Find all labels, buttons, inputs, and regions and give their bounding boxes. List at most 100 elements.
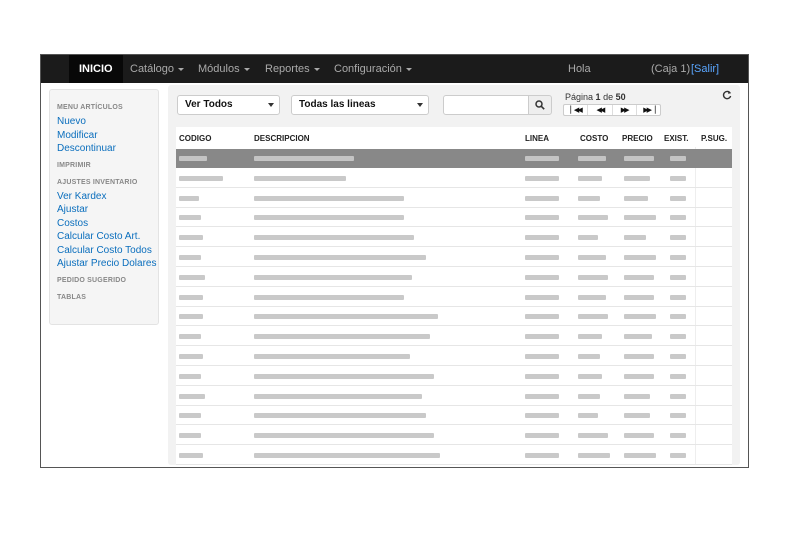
sidebar-link-modificar[interactable]: Modificar bbox=[57, 129, 158, 143]
nav-modulos[interactable]: Módulos bbox=[198, 55, 250, 83]
cell-descripcion bbox=[254, 195, 404, 201]
table-row[interactable] bbox=[176, 248, 732, 267]
column-header-linea[interactable]: LINEA bbox=[525, 134, 549, 143]
nav-home[interactable]: INICIO bbox=[69, 55, 123, 83]
cell-descripcion bbox=[254, 334, 430, 340]
nav-modulos-label: Módulos bbox=[198, 63, 240, 75]
cell-exist bbox=[670, 433, 686, 439]
first-page-button[interactable]: ▏◀◀ bbox=[564, 105, 589, 115]
cell-codigo bbox=[179, 314, 203, 320]
logout-link[interactable]: [Salir] bbox=[691, 55, 719, 83]
cell-linea bbox=[525, 294, 559, 300]
cell-costo bbox=[578, 294, 606, 300]
table-row[interactable] bbox=[176, 446, 732, 465]
cell-codigo bbox=[179, 453, 203, 458]
sidebar-section-ajustes: AJUSTES INVENTARIO bbox=[57, 178, 138, 186]
cell-linea bbox=[525, 354, 559, 359]
search-button[interactable] bbox=[528, 95, 552, 115]
next-page-button[interactable]: ▶▶ bbox=[613, 105, 637, 115]
cell-codigo bbox=[179, 255, 201, 260]
table-row[interactable] bbox=[176, 149, 732, 168]
page-current: 1 bbox=[595, 92, 601, 102]
cell-descripcion bbox=[254, 175, 346, 181]
table-row[interactable] bbox=[176, 387, 732, 406]
sidebar-link-descontinuar[interactable]: Descontinuar bbox=[57, 142, 158, 156]
refresh-icon[interactable] bbox=[722, 90, 732, 100]
sidebar-section-imprimir[interactable]: IMPRIMIR bbox=[57, 162, 158, 173]
cell-exist bbox=[670, 334, 686, 340]
cell-linea bbox=[525, 373, 559, 379]
cell-linea bbox=[525, 433, 559, 439]
sidebar-link-ajustar-precio-dolares[interactable]: Ajustar Precio Dolares bbox=[57, 257, 158, 271]
cell-linea bbox=[525, 175, 559, 181]
prev-page-button[interactable]: ◀◀ bbox=[588, 105, 613, 115]
cell-costo bbox=[578, 274, 608, 280]
column-header-descripcion[interactable]: DESCRIPCION bbox=[254, 134, 310, 143]
nav-catalogo[interactable]: Catálogo bbox=[130, 55, 185, 83]
nav-reportes[interactable]: Reportes bbox=[265, 55, 320, 83]
cell-linea bbox=[525, 413, 559, 419]
page-of: de bbox=[603, 92, 614, 102]
products-table: CODIGO DESCRIPCION LINEA COSTO PRECIO EX… bbox=[176, 127, 732, 465]
sidebar-link-costos[interactable]: Costos bbox=[57, 217, 158, 231]
cell-precio bbox=[624, 294, 654, 300]
cell-costo bbox=[578, 156, 606, 161]
cell-exist bbox=[670, 175, 686, 181]
last-page-button[interactable]: ▶▶▕ bbox=[637, 105, 660, 115]
sidebar-section-articulos: MENU ARTÍCULOS bbox=[57, 104, 123, 111]
sidebar-link-ver-kardex[interactable]: Ver Kardex bbox=[57, 190, 158, 204]
cell-descripcion bbox=[254, 294, 404, 300]
table-row[interactable] bbox=[176, 406, 732, 426]
cell-linea bbox=[525, 334, 559, 340]
chevron-down-icon bbox=[178, 67, 185, 71]
table-row[interactable] bbox=[176, 307, 732, 327]
column-header-precio[interactable]: PRECIO bbox=[622, 134, 653, 143]
cell-precio bbox=[624, 413, 650, 419]
skip-back-icon: ▏◀◀ bbox=[570, 107, 583, 114]
cell-precio bbox=[624, 373, 654, 379]
view-filter-value: Ver Todos bbox=[185, 99, 233, 110]
table-row[interactable] bbox=[176, 327, 732, 347]
table-row[interactable] bbox=[176, 426, 732, 446]
column-header-psug[interactable]: P.SUG. bbox=[701, 134, 727, 143]
table-row[interactable] bbox=[176, 367, 732, 386]
cell-codigo bbox=[179, 373, 201, 379]
sidebar-link-nuevo[interactable]: Nuevo bbox=[57, 115, 158, 129]
cell-exist bbox=[670, 156, 686, 161]
sidebar-link-calcular-costo-art[interactable]: Calcular Costo Art. bbox=[57, 230, 158, 244]
cell-descripcion bbox=[254, 235, 414, 241]
cell-costo bbox=[578, 255, 606, 260]
table-row[interactable] bbox=[176, 208, 732, 228]
app-window: INICIO Catálogo Módulos Reportes Configu… bbox=[40, 54, 749, 468]
search-input[interactable] bbox=[443, 95, 529, 115]
cell-descripcion bbox=[254, 274, 412, 280]
cell-codigo bbox=[179, 334, 201, 340]
sidebar-link-calcular-costo-todos[interactable]: Calcular Costo Todos bbox=[57, 244, 158, 258]
sidebar-link-ajustar[interactable]: Ajustar bbox=[57, 203, 158, 217]
cell-precio bbox=[624, 156, 654, 161]
table-row[interactable] bbox=[176, 228, 732, 248]
column-header-costo[interactable]: COSTO bbox=[580, 134, 608, 143]
table-row[interactable] bbox=[176, 169, 732, 188]
sidebar-section-tablas[interactable]: TABLAS bbox=[57, 294, 158, 305]
cell-costo bbox=[578, 175, 602, 181]
table-row[interactable] bbox=[176, 288, 732, 307]
view-filter-select[interactable]: Ver Todos bbox=[177, 95, 280, 115]
table-row[interactable] bbox=[176, 189, 732, 208]
table-row[interactable] bbox=[176, 268, 732, 287]
sidebar-section-pedido-sugerido[interactable]: PEDIDO SUGERIDO bbox=[57, 277, 158, 288]
nav-configuracion[interactable]: Configuración bbox=[334, 55, 412, 83]
nav-catalogo-label: Catálogo bbox=[130, 63, 175, 75]
table-row[interactable] bbox=[176, 347, 732, 366]
line-filter-select[interactable]: Todas las lineas bbox=[291, 95, 429, 115]
column-header-exist[interactable]: EXIST. bbox=[664, 134, 688, 143]
pagination-controls: ▏◀◀ ◀◀ ▶▶ ▶▶▕ bbox=[563, 104, 661, 116]
cell-codigo bbox=[179, 274, 205, 280]
cell-precio bbox=[624, 195, 648, 201]
cell-exist bbox=[670, 195, 686, 201]
column-header-codigo[interactable]: CODIGO bbox=[179, 134, 211, 143]
cell-codigo bbox=[179, 235, 203, 241]
cell-descripcion bbox=[254, 215, 404, 221]
cell-descripcion bbox=[254, 413, 426, 419]
nav-configuracion-label: Configuración bbox=[334, 63, 402, 75]
